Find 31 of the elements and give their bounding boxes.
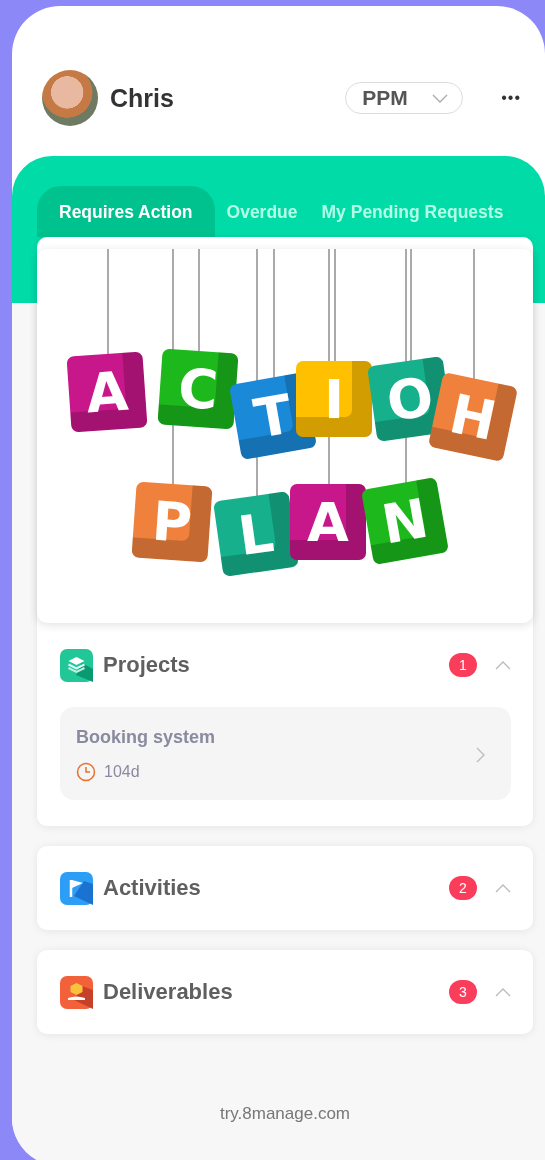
letter-tile: A <box>66 351 148 433</box>
chevron-down-icon <box>432 93 449 103</box>
module-dropdown[interactable]: PPM <box>345 82 464 114</box>
section-title: Projects <box>103 652 191 678</box>
section-title: Deliverables <box>103 979 234 1005</box>
count-badge: 1 <box>449 653 477 677</box>
chevron-up-icon[interactable] <box>495 660 511 670</box>
letter-tile: A <box>290 484 366 560</box>
letter-tile: P <box>131 481 213 563</box>
section-title: Activities <box>103 875 202 901</box>
letter-tile: I <box>296 361 372 437</box>
flag-icon <box>60 871 93 905</box>
count-badge: 3 <box>449 980 477 1004</box>
more-button[interactable]: ••• <box>501 89 521 107</box>
chevron-right-icon <box>476 746 485 763</box>
letter-tile: N <box>361 477 449 565</box>
chevron-up-icon[interactable] <box>495 883 511 893</box>
clock-icon <box>76 762 96 782</box>
box-in-hand-icon <box>60 975 93 1009</box>
project-item[interactable]: Booking system 104d <box>60 707 511 800</box>
project-name: Booking system <box>76 727 217 748</box>
avatar[interactable] <box>42 70 98 126</box>
layers-icon <box>60 648 93 682</box>
duration-text: 104d <box>104 763 140 781</box>
count-badge: 2 <box>449 876 477 900</box>
letter-tile: C <box>157 348 239 430</box>
letter-tile: L <box>213 491 299 577</box>
user-name: Chris <box>110 83 175 113</box>
chevron-up-icon[interactable] <box>495 987 511 997</box>
footer-link[interactable]: try.8manage.com <box>37 1104 533 1124</box>
tab[interactable]: Requires Action <box>37 186 215 237</box>
